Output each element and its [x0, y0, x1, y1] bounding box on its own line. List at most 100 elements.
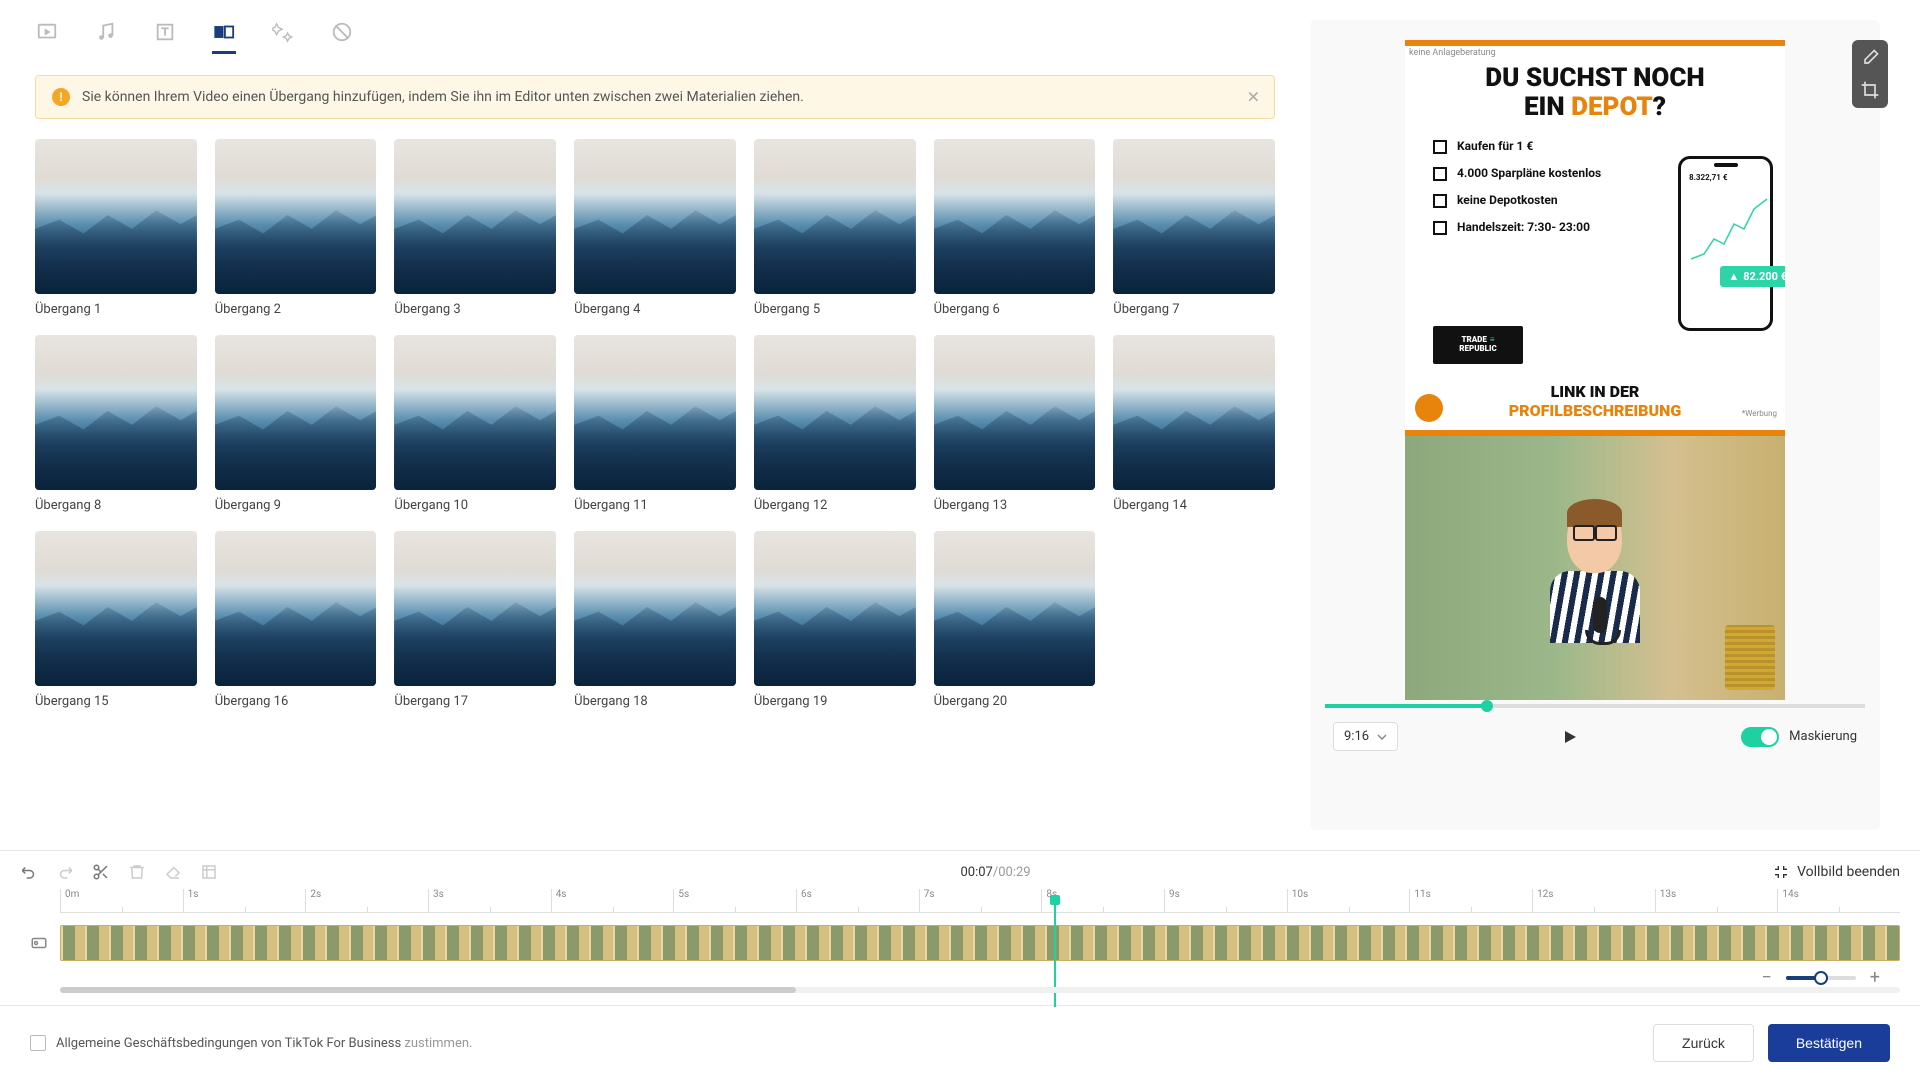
transition-item[interactable]: Übergang 9: [215, 335, 377, 513]
ruler-tick: 9s: [1164, 889, 1287, 912]
transition-item[interactable]: Übergang 14: [1113, 335, 1275, 513]
crop-timeline-button[interactable]: [200, 863, 218, 881]
tab-media[interactable]: [35, 30, 59, 54]
chevron-down-icon: [1377, 732, 1387, 742]
mask-toggle-row: Maskierung: [1741, 727, 1857, 747]
ruler-tick: 14s: [1777, 889, 1900, 912]
transition-item[interactable]: Übergang 17: [394, 531, 556, 709]
transition-item[interactable]: Übergang 3: [394, 139, 556, 317]
footer: Allgemeine Geschäftsbedingungen von TikT…: [0, 1005, 1920, 1080]
transition-item[interactable]: Übergang 18: [574, 531, 736, 709]
avatar-icon: [1415, 394, 1443, 422]
timeline-section: 00:07/00:29 Vollbild beenden 0m1s2s3s4s5…: [0, 850, 1920, 1005]
cut-button[interactable]: [92, 863, 110, 881]
zoom-out-button[interactable]: −: [1761, 967, 1771, 988]
transition-item[interactable]: Übergang 20: [934, 531, 1096, 709]
transition-thumb: [1113, 139, 1275, 294]
link-text: LINK IN DER PROFILBESCHREIBUNG: [1405, 382, 1785, 420]
transition-label: Übergang 4: [574, 302, 736, 317]
transition-thumb: [574, 139, 736, 294]
transition-item[interactable]: Übergang 6: [934, 139, 1096, 317]
transition-item[interactable]: Übergang 1: [35, 139, 197, 317]
close-icon[interactable]: ✕: [1247, 88, 1260, 107]
ruler-tick: 1s: [183, 889, 306, 912]
info-text: Sie können Ihrem Video einen Übergang hi…: [82, 89, 804, 105]
transition-item[interactable]: Übergang 4: [574, 139, 736, 317]
preview-progress[interactable]: [1325, 704, 1865, 708]
clip-row: [60, 919, 1900, 967]
asset-tabs: [20, 20, 1290, 55]
video-track-icon: [30, 934, 48, 952]
transition-item[interactable]: Übergang 16: [215, 531, 377, 709]
tab-effects[interactable]: [271, 30, 295, 54]
redo-button[interactable]: [56, 863, 74, 881]
play-icon: [1562, 729, 1578, 745]
transition-label: Übergang 11: [574, 498, 736, 513]
crop-icon[interactable]: [1860, 80, 1880, 100]
transitions-grid: Übergang 1Übergang 2 Übergang 3 Übergang 4…: [35, 139, 1275, 709]
ruler-tick: 11s: [1409, 889, 1532, 912]
preview-ad-top: keine Anlageberatung DU SUCHST NOCH EIN …: [1405, 40, 1785, 430]
transition-thumb: [574, 335, 736, 490]
timeline-track[interactable]: 0m1s2s3s4s5s6s7s8s9s10s11s12s13s14s − +: [20, 889, 1900, 993]
transition-item[interactable]: Übergang 8: [35, 335, 197, 513]
transition-item[interactable]: Übergang 19: [754, 531, 916, 709]
ruler-tick: 0m: [60, 889, 183, 912]
transition-label: Übergang 6: [934, 302, 1096, 317]
zoom-in-button[interactable]: +: [1870, 967, 1880, 988]
transition-thumb: [215, 335, 377, 490]
transitions-content: ! Sie können Ihrem Video einen Übergang …: [20, 55, 1290, 830]
transition-item[interactable]: Übergang 10: [394, 335, 556, 513]
transition-item[interactable]: Übergang 13: [934, 335, 1096, 513]
coins-graphic: [1720, 620, 1775, 690]
transition-label: Übergang 19: [754, 694, 916, 709]
delete-button[interactable]: [128, 863, 146, 881]
zoom-slider[interactable]: [1786, 976, 1856, 980]
transition-label: Übergang 8: [35, 498, 197, 513]
timeline-scrollbar[interactable]: [60, 987, 1900, 993]
ruler-tick: 10s: [1287, 889, 1410, 912]
exit-fullscreen-button[interactable]: Vollbild beenden: [1773, 864, 1900, 880]
tab-filters[interactable]: [330, 30, 354, 54]
terms-checkbox[interactable]: [30, 1035, 46, 1051]
transition-item[interactable]: Übergang 7: [1113, 139, 1275, 317]
transition-item[interactable]: Übergang 11: [574, 335, 736, 513]
mask-label: Maskierung: [1789, 729, 1857, 744]
transition-label: Übergang 17: [394, 694, 556, 709]
phone-mockup: 8.322,71 €: [1678, 156, 1773, 331]
time-display: 00:07/00:29: [960, 865, 1030, 880]
timeline-toolbar: 00:07/00:29 Vollbild beenden: [20, 863, 1900, 881]
transition-label: Übergang 3: [394, 302, 556, 317]
timeline-ruler[interactable]: 0m1s2s3s4s5s6s7s8s9s10s11s12s13s14s: [60, 889, 1900, 913]
transition-thumb: [35, 139, 197, 294]
transition-label: Übergang 13: [934, 498, 1096, 513]
transition-item[interactable]: Übergang 2: [215, 139, 377, 317]
transition-item[interactable]: Übergang 12: [754, 335, 916, 513]
transition-thumb: [934, 139, 1096, 294]
ruler-tick: 5s: [673, 889, 796, 912]
edit-icon[interactable]: [1860, 48, 1880, 68]
video-clip[interactable]: [60, 925, 1900, 961]
transition-item[interactable]: Übergang 15: [35, 531, 197, 709]
tab-text[interactable]: [153, 30, 177, 54]
aspect-ratio-select[interactable]: 9:16: [1333, 722, 1398, 751]
erase-button[interactable]: [164, 863, 182, 881]
confirm-button[interactable]: Bestätigen: [1768, 1024, 1890, 1062]
back-button[interactable]: Zurück: [1653, 1024, 1754, 1062]
video-preview: keine Anlageberatung DU SUCHST NOCH EIN …: [1405, 40, 1785, 700]
footer-buttons: Zurück Bestätigen: [1653, 1024, 1890, 1062]
preview-ad-bottom: [1405, 430, 1785, 700]
transition-thumb: [574, 531, 736, 686]
tab-transitions[interactable]: [212, 30, 236, 54]
transition-item[interactable]: Übergang 5: [754, 139, 916, 317]
play-button[interactable]: [1562, 729, 1578, 745]
info-icon: !: [52, 88, 70, 106]
mask-toggle[interactable]: [1741, 727, 1779, 747]
ad-label: *Werbung: [1742, 409, 1777, 418]
ruler-tick: 4s: [551, 889, 674, 912]
person-graphic: [1535, 493, 1655, 643]
transition-label: Übergang 9: [215, 498, 377, 513]
tab-music[interactable]: [94, 30, 118, 54]
terms-row: Allgemeine Geschäftsbedingungen von TikT…: [30, 1035, 472, 1051]
undo-button[interactable]: [20, 863, 38, 881]
